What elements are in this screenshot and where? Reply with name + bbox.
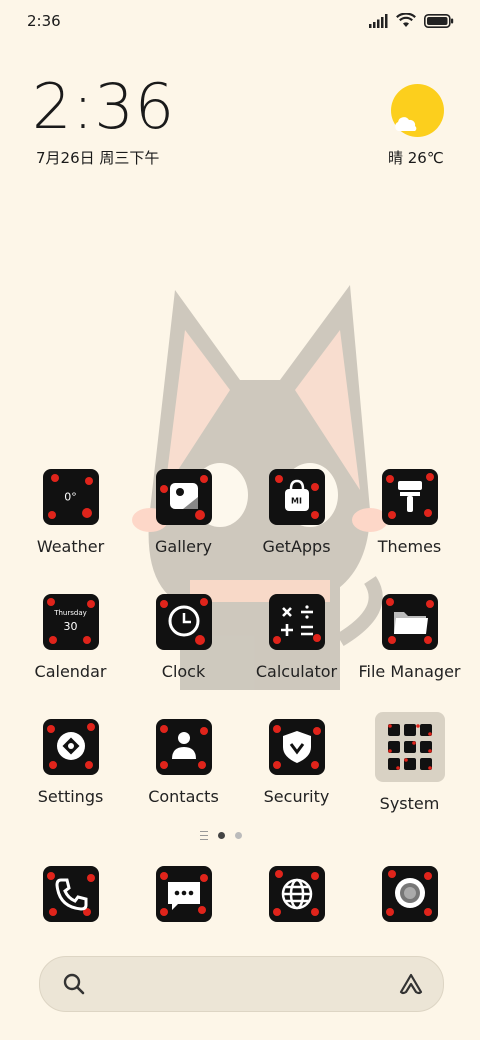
page-dot bbox=[235, 832, 242, 839]
app-calculator[interactable]: Calculator bbox=[240, 594, 353, 681]
themes-brush-icon bbox=[381, 469, 438, 525]
app-weather[interactable]: 0° Weather bbox=[14, 469, 127, 556]
settings-gear-icon bbox=[42, 719, 99, 775]
dock-messages[interactable] bbox=[127, 866, 240, 922]
app-getapps[interactable]: MI GetApps bbox=[240, 469, 353, 556]
app-gallery[interactable]: Gallery bbox=[127, 469, 240, 556]
dock-phone[interactable] bbox=[14, 866, 127, 922]
system-folder-icon bbox=[374, 712, 445, 782]
phone-icon bbox=[42, 866, 99, 922]
app-calendar[interactable]: Thursday 30 Calendar bbox=[14, 594, 127, 681]
dock-browser[interactable] bbox=[240, 866, 353, 922]
clock-icon bbox=[155, 594, 212, 650]
getapps-bag-icon: MI bbox=[268, 469, 325, 525]
security-shield-icon bbox=[268, 719, 325, 775]
page-dot-active bbox=[218, 832, 225, 839]
browser-globe-icon bbox=[268, 866, 325, 922]
app-themes[interactable]: Themes bbox=[353, 469, 466, 556]
weather-widget-text[interactable]: 晴 26℃ bbox=[388, 147, 444, 168]
assistant-icon[interactable] bbox=[397, 970, 425, 998]
dock-camera[interactable] bbox=[353, 866, 466, 922]
app-contacts[interactable]: Contacts bbox=[127, 719, 240, 806]
app-system-folder[interactable]: System bbox=[353, 712, 466, 813]
clock-widget-date[interactable]: 7月26日 周三下午 bbox=[36, 147, 159, 168]
calendar-icon: Thursday 30 bbox=[42, 594, 99, 650]
battery-icon bbox=[424, 13, 454, 28]
contacts-person-icon bbox=[155, 719, 212, 775]
cloud-icon bbox=[395, 117, 417, 131]
app-file-manager[interactable]: File Manager bbox=[353, 594, 466, 681]
camera-icon bbox=[381, 866, 438, 922]
status-time: 2:36 bbox=[27, 12, 61, 30]
clock-widget-time[interactable]: 2:36 bbox=[32, 76, 175, 138]
status-bar: 2:36 bbox=[0, 0, 480, 42]
gallery-icon bbox=[155, 469, 212, 525]
app-settings[interactable]: Settings bbox=[14, 719, 127, 806]
folder-icon bbox=[381, 594, 438, 650]
page-indicator[interactable] bbox=[200, 831, 242, 840]
weather-icon: 0° bbox=[42, 469, 99, 525]
wifi-icon bbox=[396, 13, 416, 27]
calculator-icon bbox=[268, 594, 325, 650]
app-security[interactable]: Security bbox=[240, 719, 353, 806]
messages-icon bbox=[155, 866, 212, 922]
list-view-icon[interactable] bbox=[200, 831, 208, 840]
search-bar[interactable] bbox=[39, 956, 444, 1012]
search-icon bbox=[63, 973, 85, 995]
app-clock[interactable]: Clock bbox=[127, 594, 240, 681]
signal-icon bbox=[369, 13, 388, 28]
